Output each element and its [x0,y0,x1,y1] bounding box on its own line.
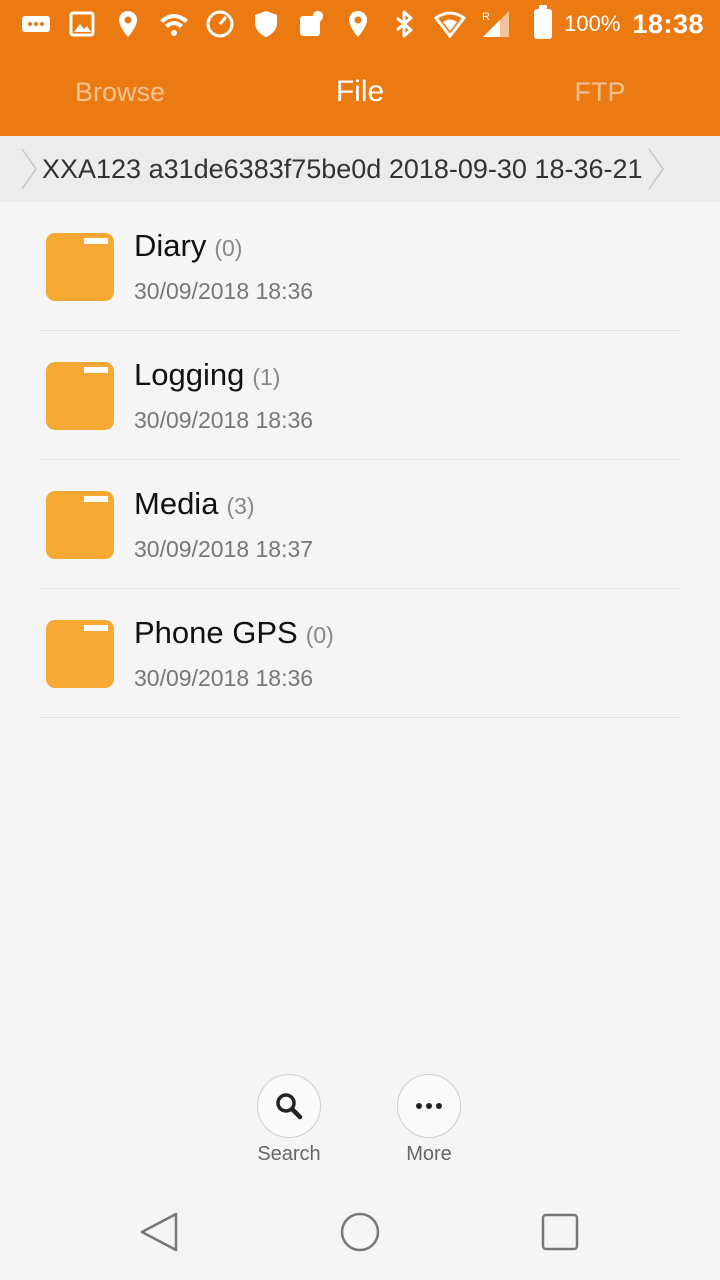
item-count: (3) [226,493,255,519]
status-icons: R [18,6,514,42]
home-icon[interactable] [338,1210,382,1254]
file-list: Diary (0) 30/09/2018 18:36 Logging (1) 30/… [40,202,680,718]
app-header: R 100% 18:38 Browse File FTP [0,0,720,136]
more-button-circle[interactable] [397,1074,461,1138]
item-name-text: Media [134,486,219,521]
wifi-icon [156,6,192,42]
more-button[interactable]: More [369,1074,489,1166]
status-clock: 18:38 [632,8,704,39]
search-button-circle[interactable] [257,1074,321,1138]
item-name: Phone GPS (0) [134,615,334,651]
tab-file[interactable]: File [240,48,480,136]
tab-ftp[interactable]: FTP [480,48,720,136]
navigation-bar [0,1184,720,1280]
map-icon [294,6,330,42]
breadcrumb[interactable]: XXA123 a31de6383f75be0d 2018-09-30 18-36… [0,136,720,202]
tab-browse[interactable]: Browse [0,48,240,136]
chevron-right-icon [647,147,665,191]
action-bar: Search More [0,1074,720,1174]
breadcrumb-path[interactable]: XXA123 a31de6383f75be0d 2018-09-30 18-36… [42,154,643,185]
chevron-right-icon [20,147,38,191]
item-date: 30/09/2018 18:36 [134,278,314,304]
more-label: More [406,1143,452,1165]
wifi-signal-icon [432,6,468,42]
folder-icon [46,233,114,301]
status-right: 100% 18:38 [534,5,704,42]
list-item[interactable]: Diary (0) 30/09/2018 18:36 [40,202,680,331]
cellular-signal-icon: R [478,6,514,42]
item-count: (1) [252,364,281,390]
folder-icon [46,491,114,559]
item-date: 30/09/2018 18:36 [134,407,314,433]
item-date: 30/09/2018 18:37 [134,536,314,562]
speedometer-icon [202,6,238,42]
status-bar: R 100% 18:38 [0,0,720,48]
item-name-text: Logging [134,357,245,392]
item-count: (0) [305,622,334,648]
folder-icon [46,620,114,688]
location-icon [110,6,146,42]
item-name: Diary (0) [134,228,242,264]
search-button[interactable]: Search [229,1074,349,1166]
item-name: Media (3) [134,486,255,522]
shield-icon [248,6,284,42]
item-date: 30/09/2018 18:36 [134,665,314,691]
recents-icon[interactable] [538,1210,582,1254]
location-icon [340,6,376,42]
back-icon[interactable] [136,1210,180,1254]
roaming-indicator: R [482,11,490,23]
item-name: Logging (1) [134,357,280,393]
battery-percent: 100% [564,11,621,36]
item-name-text: Diary [134,228,207,263]
list-item[interactable]: Logging (1) 30/09/2018 18:36 [40,331,680,460]
message-icon [18,6,54,42]
search-label: Search [257,1143,321,1165]
battery-icon [534,5,553,39]
list-item[interactable]: Phone GPS (0) 30/09/2018 18:36 [40,589,680,718]
more-icon [416,1103,442,1109]
search-icon [276,1093,303,1120]
folder-icon [46,362,114,430]
list-item[interactable]: Media (3) 30/09/2018 18:37 [40,460,680,589]
image-icon [64,6,100,42]
item-name-text: Phone GPS [134,615,298,650]
tab-bar: Browse File FTP [0,48,720,136]
item-count: (0) [214,235,243,261]
bluetooth-icon [386,6,422,42]
